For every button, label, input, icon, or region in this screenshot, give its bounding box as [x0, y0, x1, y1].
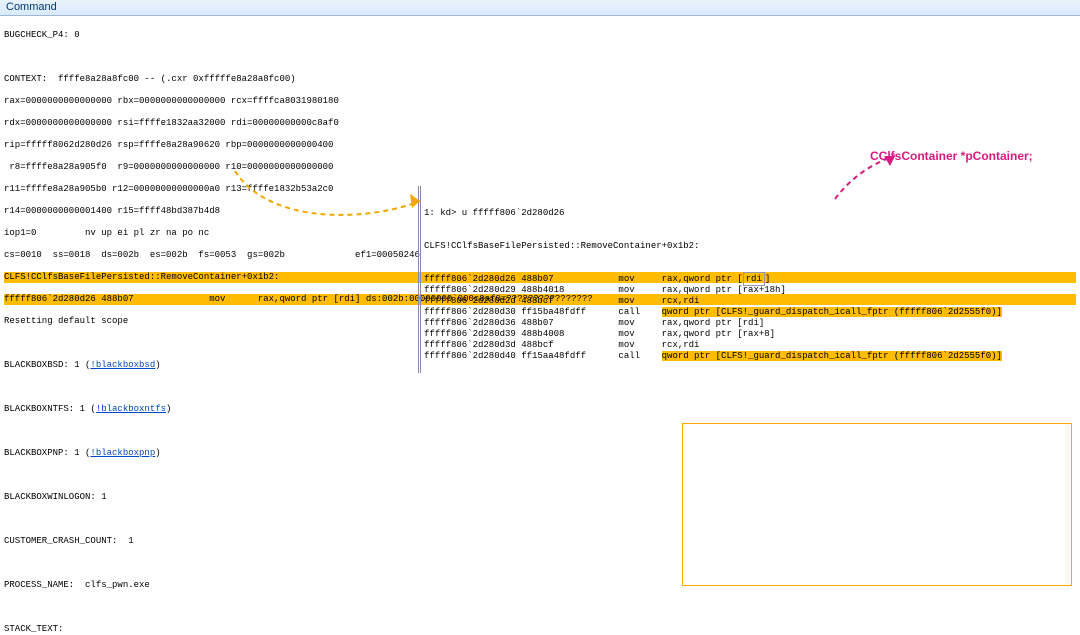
- disasm-row: fffff806`2d280d40 ff15aa48fdff call qwor…: [424, 351, 1002, 362]
- disasm-row: fffff806`2d280d29 488b4018 mov rax,qword…: [424, 285, 1002, 296]
- disasm-row: fffff806`2d280d26 488b07 mov rax,qword p…: [424, 274, 1002, 285]
- arrow-orange: [230, 166, 430, 236]
- blackbox-pnp: BLACKBOXPNP: 1 (!blackboxpnp): [4, 448, 1076, 459]
- disasm-row: fffff806`2d280d2d 488bcf mov rcx,rdi: [424, 296, 1002, 307]
- disasm-row: fffff806`2d280d30 ff15ba48fdff call qwor…: [424, 307, 1002, 318]
- disassembly-panel: 1: kd> u fffff806`2d280d26 CLFS!CClfsBas…: [418, 186, 1002, 373]
- debugger-output[interactable]: BUGCHECK_P4: 0 CONTEXT: ffffe8a28a8fc00 …: [0, 16, 1080, 635]
- arrow-pink: [830, 154, 910, 204]
- disasm-row: fffff806`2d280d39 488b4008 mov rax,qword…: [424, 329, 1002, 340]
- blackboxbsd-link[interactable]: !blackboxbsd: [90, 360, 155, 370]
- disasm-row: fffff806`2d280d3d 488bcf mov rcx,rdi: [424, 340, 1002, 351]
- stack-header: STACK_TEXT:: [4, 624, 1076, 635]
- process-name: PROCESS_NAME: clfs_pwn.exe: [4, 580, 1076, 591]
- blackboxpnp-link[interactable]: !blackboxpnp: [90, 448, 155, 458]
- blackboxntfs-link[interactable]: !blackboxntfs: [96, 404, 166, 414]
- bugcheck-line: BUGCHECK_P4: 0: [4, 30, 1076, 41]
- window-titlebar: Command: [0, 0, 1080, 16]
- disasm-row: fffff806`2d280d36 488b07 mov rax,qword p…: [424, 318, 1002, 329]
- context-line: CONTEXT: ffffe8a28a8fc00 -- (.cxr 0xffff…: [4, 74, 1076, 85]
- blackbox-ntfs: BLACKBOXNTFS: 1 (!blackboxntfs): [4, 404, 1076, 415]
